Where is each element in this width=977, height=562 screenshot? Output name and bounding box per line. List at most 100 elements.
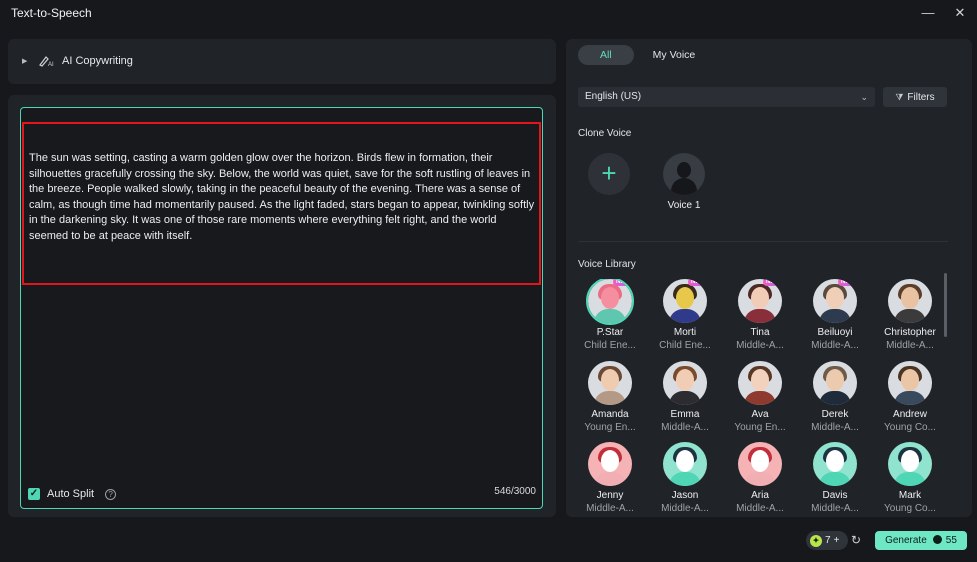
voice-avatar[interactable]	[663, 442, 707, 486]
voice-description: Middle-A...	[886, 340, 934, 351]
voice-card[interactable]: Ava Young En...	[728, 361, 792, 433]
new-badge: NEW	[763, 279, 782, 286]
voice-avatar[interactable]	[888, 442, 932, 486]
filters-button[interactable]: ⧩ Filters	[883, 87, 947, 107]
script-text[interactable]: The sun was setting, casting a warm gold…	[29, 151, 537, 245]
voice-avatar[interactable]	[888, 361, 932, 405]
voice-avatar[interactable]	[738, 361, 782, 405]
tab-my-voice[interactable]: My Voice	[634, 45, 715, 65]
voice-avatar[interactable]	[813, 361, 857, 405]
minimize-icon[interactable]: —	[918, 4, 938, 22]
voice-card[interactable]: Andrew Young Co...	[878, 361, 940, 433]
voice-avatar[interactable]	[588, 361, 632, 405]
title-bar: Text-to-Speech — ✕	[0, 0, 977, 26]
character-counter: 546/3000	[494, 486, 536, 497]
voice-library-grid: NEW P.Star Child Ene... NEW Morti Child Ene..…	[578, 279, 940, 516]
refresh-icon[interactable]: ↻	[851, 533, 861, 547]
generate-button[interactable]: Generate 55	[875, 531, 967, 550]
filter-icon: ⧩	[895, 92, 904, 102]
voice-name: Emma	[670, 409, 700, 420]
voice-name: Andrew	[893, 409, 927, 420]
voice-card[interactable]: Derek Middle-A...	[803, 361, 867, 433]
clone-voice-title: Clone Voice	[578, 128, 632, 139]
scrollbar[interactable]	[944, 273, 947, 337]
voice-card[interactable]: NEW P.Star Child Ene...	[578, 279, 642, 351]
auto-split-checkbox[interactable]: ✓	[28, 488, 40, 500]
add-clone-voice-button[interactable]: +	[588, 153, 630, 195]
new-badge: NEW	[613, 279, 632, 286]
voice-description: Young En...	[734, 422, 786, 433]
credits-count: 7	[825, 535, 831, 546]
language-value: English (US)	[585, 91, 642, 102]
new-badge: NEW	[688, 279, 707, 286]
auto-split-option[interactable]: ✓ Auto Split ?	[28, 488, 117, 500]
voice-card[interactable]: Jenny Middle-A...	[578, 442, 642, 514]
coin-icon: ✦	[810, 534, 822, 547]
voice-card[interactable]: Jason Middle-A...	[653, 442, 717, 514]
voice-description: Young Co...	[884, 422, 936, 433]
voice-card[interactable]: Amanda Young En...	[578, 361, 642, 433]
window-title: Text-to-Speech	[11, 6, 92, 20]
voice-avatar[interactable]	[588, 442, 632, 486]
voice-avatar[interactable]: NEW	[738, 279, 782, 323]
voice-card[interactable]: NEW Beiluoyi Middle-A...	[803, 279, 867, 351]
tab-all[interactable]: All	[578, 45, 634, 65]
voice-name: Morti	[673, 327, 697, 338]
voice-card[interactable]: NEW Tina Middle-A...	[728, 279, 792, 351]
voice-avatar[interactable]	[663, 361, 707, 405]
voice-name: Tina	[750, 327, 770, 338]
new-badge: NEW	[838, 279, 857, 286]
voice-name: Jason	[671, 490, 699, 501]
help-icon[interactable]: ?	[105, 488, 117, 500]
voice-description: Middle-A...	[811, 503, 859, 514]
voice-description: Middle-A...	[811, 340, 859, 351]
voice-card[interactable]: Aria Middle-A...	[728, 442, 792, 514]
voice-name: Davis	[822, 490, 848, 501]
voice-description: Middle-A...	[811, 422, 859, 433]
filters-label: Filters	[907, 92, 935, 103]
voice-card[interactable]: Mark Young Co...	[878, 442, 940, 514]
voice1-avatar[interactable]	[663, 153, 705, 195]
voice-description: Young En...	[584, 422, 636, 433]
credit-coin-icon	[932, 535, 942, 544]
auto-split-label: Auto Split	[47, 488, 95, 500]
language-select[interactable]: English (US) ⌄	[578, 87, 875, 107]
voice-card[interactable]: Emma Middle-A...	[653, 361, 717, 433]
generate-cost: 55	[945, 535, 957, 546]
voice-card[interactable]: NEW Morti Child Ene...	[653, 279, 717, 351]
add-credits-icon[interactable]: +	[834, 535, 840, 546]
voice-description: Young Co...	[884, 503, 936, 514]
voice-name: Aria	[751, 490, 769, 501]
voice-description: Child Ene...	[584, 340, 636, 351]
voice-name: Christopher	[884, 327, 936, 338]
voice-tabs: All My Voice	[578, 45, 714, 65]
voice-description: Middle-A...	[661, 422, 709, 433]
voice-name: Beiluoyi	[817, 327, 853, 338]
voice-name: Ava	[751, 409, 769, 420]
voice-name: Derek	[821, 409, 849, 420]
voice-avatar[interactable]: NEW	[663, 279, 707, 323]
voice-description: Middle-A...	[661, 503, 709, 514]
voice-name: Mark	[898, 490, 922, 501]
person-placeholder-icon	[677, 162, 691, 178]
generate-label: Generate	[885, 535, 927, 546]
expand-arrow-icon: ▶	[22, 58, 28, 65]
voice-description: Middle-A...	[736, 340, 784, 351]
svg-text:AI: AI	[48, 62, 54, 67]
voice-avatar[interactable]	[888, 279, 932, 323]
voice-description: Middle-A...	[736, 503, 784, 514]
voice-description: Middle-A...	[586, 503, 634, 514]
voice-card[interactable]: Davis Middle-A...	[803, 442, 867, 514]
ai-pen-icon: AI	[39, 56, 54, 67]
voice-avatar[interactable]	[738, 442, 782, 486]
ai-copywriting-toggle[interactable]: ▶ AI AI Copywriting	[22, 55, 133, 67]
section-divider	[578, 241, 948, 242]
credits-badge[interactable]: ✦ 7 +	[806, 531, 848, 550]
voice-avatar[interactable]	[813, 442, 857, 486]
voice-card[interactable]: Christopher Middle-A...	[878, 279, 940, 351]
voice-avatar[interactable]: NEW	[586, 279, 634, 325]
chevron-down-icon: ⌄	[860, 92, 868, 102]
close-icon[interactable]: ✕	[950, 4, 970, 22]
voice-name: P.Star	[596, 327, 624, 338]
voice-avatar[interactable]: NEW	[813, 279, 857, 323]
